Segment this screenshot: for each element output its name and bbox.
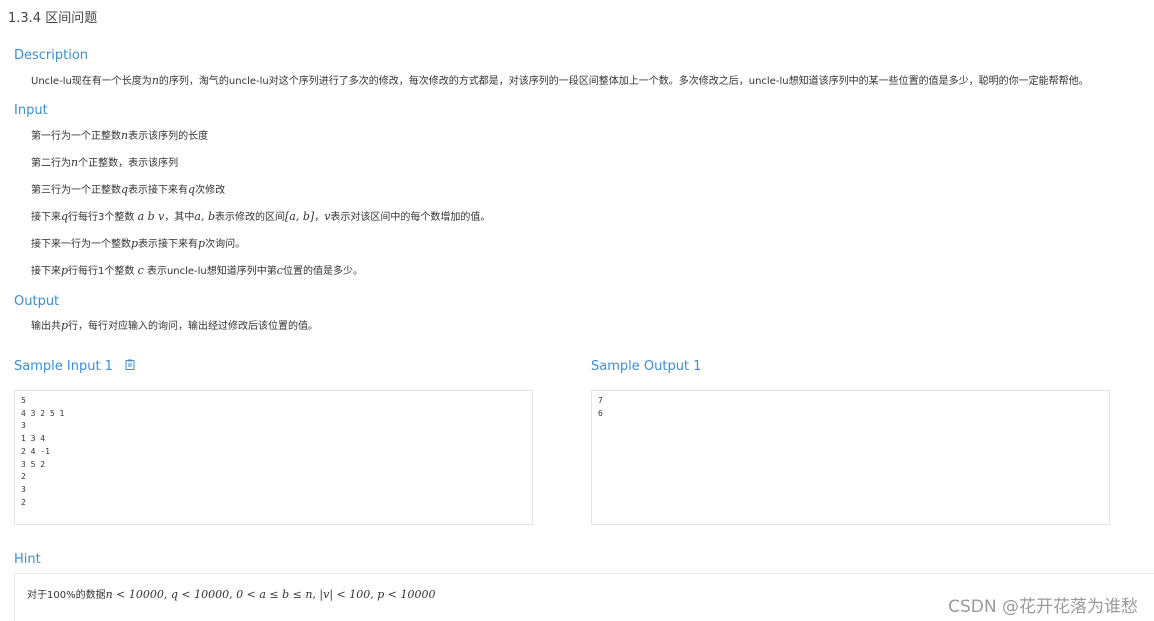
description-var-n: n (151, 74, 159, 87)
hint-heading: Hint (14, 552, 41, 567)
input-line-4: 接下来q行每行3个整数 a b v，其中a, b表示修改的区间[a, b]，v表… (31, 208, 490, 223)
input-line-2: 第二行为n个正整数，表示该序列 (31, 154, 178, 169)
copy-icon[interactable] (125, 359, 135, 374)
sample-output-line: 6 (598, 408, 603, 418)
sample-input-heading: Sample Input 1 (14, 359, 135, 374)
input-line-4-pre: 接下来 (31, 212, 61, 223)
input-line-4-post: 表示对该区间中的每个数增加的值。 (330, 212, 491, 223)
output-text-pre: 输出共 (31, 321, 61, 332)
input-line-5-post2: 次询问。 (205, 239, 246, 250)
input-line-2-post: 个正整数，表示该序列 (78, 158, 179, 169)
input-line-5-post: 表示接下来有 (138, 239, 199, 250)
sample-input-line: 2 (21, 472, 26, 482)
sample-output-line: 7 (598, 396, 603, 405)
input-line-5-var: p (131, 237, 139, 250)
watermark: CSDN @花开花落为谁愁 (948, 597, 1138, 617)
input-line-4-var: q (61, 210, 69, 223)
input-line-6-pre: 接下来 (31, 266, 61, 277)
description-text: Uncle-lu现在有一个长度为n的序列，淘气的uncle-lu对这个序列进行了… (31, 72, 1089, 87)
input-line-6-post: 位置的值是多少。 (282, 266, 363, 277)
input-line-6: 接下来p行每行1个整数 c 表示uncle-lu想知道序列中第c位置的值是多少。 (31, 262, 363, 277)
hint-text: 对于100%的数据n < 10000, q < 10000, 0 < a ≤ b… (27, 586, 436, 601)
hint-math: n < 10000, q < 10000, 0 < a ≤ b ≤ n, |v|… (105, 588, 436, 601)
description-heading: Description (14, 48, 89, 63)
input-line-3-var: q (121, 183, 129, 196)
output-text: 输出共p行，每行对应输入的询问，输出经过修改后该位置的值。 (31, 317, 318, 332)
sample-input-line: 3 (21, 421, 26, 431)
sample-input-heading-label: Sample Input 1 (14, 359, 113, 374)
output-heading: Output (14, 294, 60, 309)
input-line-4-vars: a b v (137, 210, 165, 223)
input-line-1-post: 表示该序列的长度 (128, 131, 209, 142)
sample-input-line: 5 (21, 396, 26, 405)
input-line-1-pre: 第一行为一个正整数 (31, 131, 121, 142)
input-line-6-mid2: 表示uncle-lu想知道序列中第 (143, 266, 277, 277)
input-line-3-post2: 次修改 (195, 185, 226, 196)
description-text-pre: Uncle-lu现在有一个长度为 (31, 76, 152, 87)
sample-input-box[interactable]: 5 4 3 2 5 1 3 1 3 4 2 4 -1 3 5 2 2 3 2 (14, 390, 533, 525)
input-line-4-mid: 行每行3个整数 (68, 212, 138, 223)
sample-input-line: 1 3 4 (21, 434, 46, 444)
input-line-1: 第一行为一个正整数n表示该序列的长度 (31, 127, 208, 142)
input-line-5-pre: 接下来一行为一个整数 (31, 239, 131, 250)
output-var-p: p (61, 319, 69, 332)
input-line-4-ab: a, b (194, 210, 215, 223)
page-title: 1.3.4 区间问题 (8, 11, 98, 26)
sample-input-line: 3 5 2 (21, 459, 46, 469)
output-text-post: 行，每行对应输入的询问，输出经过修改后该位置的值。 (68, 321, 319, 332)
input-line-5: 接下来一行为一个整数p表示接下来有p次询问。 (31, 235, 245, 250)
description-text-post: 的序列，淘气的uncle-lu对这个序列进行了多次的修改，每次修改的方式都是，对… (158, 76, 1089, 87)
input-line-2-pre: 第二行为 (31, 158, 71, 169)
sample-input-line: 3 (21, 484, 26, 494)
input-line-6-var: p (61, 264, 69, 277)
input-line-3: 第三行为一个正整数q表示接下来有q次修改 (31, 181, 225, 196)
input-line-6-mid: 行每行1个整数 (68, 266, 138, 277)
input-line-3-pre: 第三行为一个正整数 (31, 185, 121, 196)
input-line-4-interval: [a, b] (285, 210, 315, 223)
sample-input-line: 2 4 -1 (21, 446, 50, 456)
input-line-4-mid3: 表示修改的区间 (215, 212, 285, 223)
input-line-4-mid2: ，其中 (164, 212, 195, 223)
input-heading: Input (14, 103, 48, 118)
sample-input-line: 2 (21, 497, 26, 507)
sample-input-line: 4 3 2 5 1 (21, 408, 65, 418)
sample-output-heading: Sample Output 1 (591, 359, 702, 374)
input-line-3-post: 表示接下来有 (128, 185, 189, 196)
sample-output-box[interactable]: 7 6 (591, 390, 1110, 525)
input-line-4-mid4: ， (314, 212, 325, 223)
hint-text-pre: 对于100%的数据 (27, 590, 106, 601)
